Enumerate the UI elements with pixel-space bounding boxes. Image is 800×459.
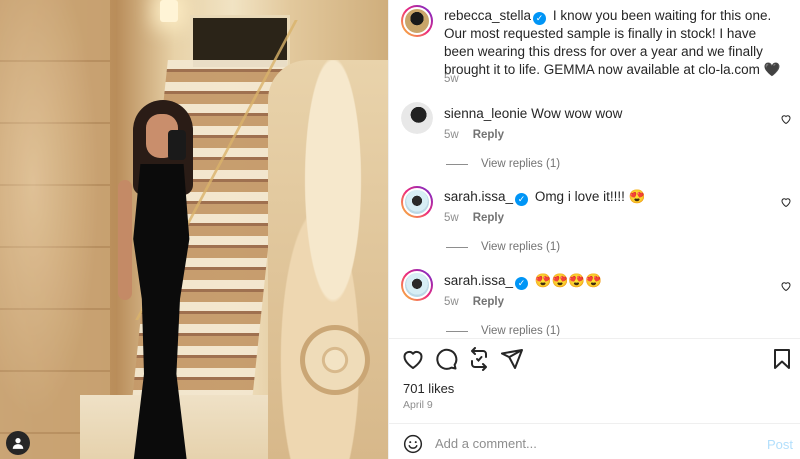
reply-button[interactable]: Reply (473, 212, 504, 224)
comment-age: 5w (444, 296, 459, 308)
divider-line (446, 330, 468, 332)
image-lamp (160, 0, 178, 22)
comment-meta: 5w Reply (444, 212, 504, 224)
post-date: April 9 (403, 399, 433, 411)
author-username[interactable]: rebecca_stella (444, 8, 531, 23)
verified-icon: ✓ (533, 12, 547, 25)
image-wall (0, 0, 110, 459)
share-icon[interactable] (467, 347, 491, 371)
add-comment-bar: Post (389, 423, 800, 459)
comment-text: Wow wow wow (531, 106, 623, 121)
view-replies-label: View replies (1) (481, 158, 561, 170)
comment-input[interactable] (435, 432, 735, 454)
send-icon[interactable] (500, 347, 524, 371)
likes-count[interactable]: 701 likes (403, 381, 454, 396)
person-phone (168, 130, 186, 160)
action-bar (389, 338, 800, 378)
image-rosette (300, 325, 370, 395)
reply-button[interactable]: Reply (473, 296, 504, 308)
comment-avatar[interactable] (401, 102, 433, 134)
reply-button[interactable]: Reply (473, 129, 504, 141)
comment-username[interactable]: sarah.issa_ (444, 273, 513, 288)
comment-text: 😍😍😍😍 (534, 273, 603, 288)
like-icon[interactable] (401, 347, 425, 371)
tagged-user-icon[interactable] (6, 431, 30, 455)
comment-avatar[interactable] (401, 186, 433, 218)
verified-icon: ✓ (515, 277, 529, 290)
comment-item: sienna_leonie Wow wow wow (444, 105, 784, 123)
view-replies-button[interactable]: View replies (1) (446, 158, 560, 170)
heart-icon[interactable] (780, 113, 792, 125)
comment-username[interactable]: sarah.issa_ (444, 189, 513, 204)
emoji-icon[interactable] (403, 434, 423, 454)
caption-meta: 5w (444, 73, 459, 85)
comment-text: Omg i love it!!!! 😍 (534, 189, 646, 204)
image-ornament (268, 60, 388, 459)
comment-item: sarah.issa_ ✓ Omg i love it!!!! 😍 (444, 188, 784, 206)
bookmark-icon[interactable] (770, 347, 794, 371)
caption-age: 5w (444, 73, 459, 85)
comment-age: 5w (444, 129, 459, 141)
view-replies-button[interactable]: View replies (1) (446, 241, 560, 253)
comments-list[interactable]: rebecca_stella ✓ I know you been waiting … (389, 0, 800, 336)
divider-line (446, 163, 468, 165)
comment-item: sarah.issa_ ✓ 😍😍😍😍 (444, 272, 784, 290)
post-caption: rebecca_stella ✓ I know you been waiting … (444, 7, 784, 79)
verified-icon: ✓ (515, 193, 529, 206)
view-replies-button[interactable]: View replies (1) (446, 325, 560, 336)
person-dress (133, 164, 190, 459)
view-replies-label: View replies (1) (481, 241, 561, 253)
image-person (118, 100, 208, 459)
post-image[interactable] (0, 0, 388, 459)
author-avatar[interactable] (401, 5, 433, 37)
divider-line (446, 246, 468, 248)
heart-icon[interactable] (780, 280, 792, 292)
comment-icon[interactable] (434, 347, 458, 371)
view-replies-label: View replies (1) (481, 325, 561, 336)
comment-meta: 5w Reply (444, 129, 504, 141)
comment-meta: 5w Reply (444, 296, 504, 308)
comment-age: 5w (444, 212, 459, 224)
post-side-panel: rebecca_stella ✓ I know you been waiting … (388, 0, 800, 459)
comment-username[interactable]: sienna_leonie (444, 106, 527, 121)
post-button[interactable]: Post (767, 437, 793, 452)
heart-icon[interactable] (780, 196, 792, 208)
comment-avatar[interactable] (401, 269, 433, 301)
person-arm (118, 180, 132, 300)
